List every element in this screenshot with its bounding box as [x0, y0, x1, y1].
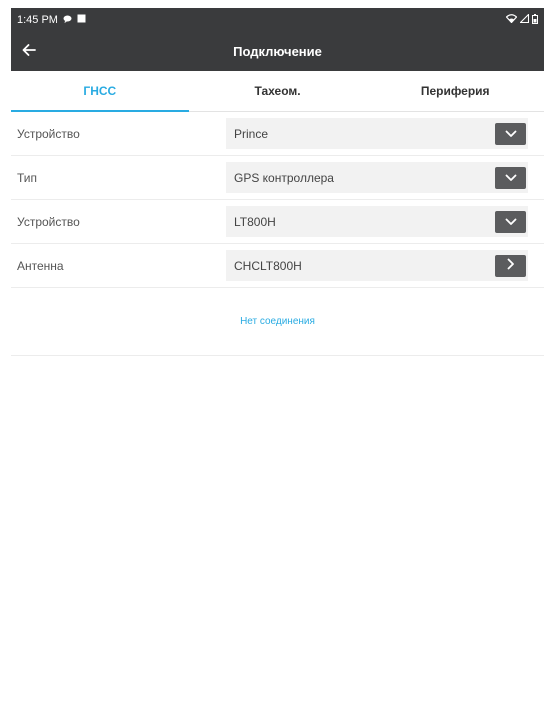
connection-status-area: Нет соединения: [11, 288, 544, 356]
antenna-open-button[interactable]: [495, 254, 526, 277]
antenna-select[interactable]: CHCLT800H: [226, 250, 528, 281]
tab-gnss-label: ГНСС: [83, 84, 117, 98]
arrow-left-icon: [22, 43, 36, 61]
back-button[interactable]: [11, 32, 49, 71]
tab-total-station[interactable]: Тахеом.: [189, 71, 367, 111]
model-select[interactable]: LT800H: [226, 206, 528, 237]
device-value: Prince: [234, 126, 269, 141]
chevron-right-icon: [507, 257, 515, 275]
signal-icon: [519, 13, 530, 26]
type-select[interactable]: GPS контроллера: [226, 162, 528, 193]
status-time: 1:45 PM: [17, 14, 58, 26]
model-row: Устройство LT800H: [11, 200, 544, 244]
tab-peripherals-label: Периферия: [420, 84, 490, 98]
chat-notification-icon: [63, 14, 72, 26]
status-left: 1:45 PM: [17, 14, 86, 26]
type-value: GPS контроллера: [234, 170, 334, 185]
chevron-down-icon: [505, 213, 517, 231]
tab-total-station-label: Тахеом.: [254, 84, 301, 98]
device-select[interactable]: Prince: [226, 118, 528, 149]
toolbar: Подключение: [11, 32, 544, 71]
device-row: Устройство Prince: [11, 112, 544, 156]
device-label: Устройство: [17, 126, 80, 141]
type-label: Тип: [17, 170, 38, 185]
wifi-icon: [505, 14, 518, 26]
device-dropdown-button[interactable]: [495, 122, 526, 145]
tab-bar: ГНСС Тахеом. Периферия: [11, 71, 544, 112]
app-notification-icon: [77, 14, 86, 26]
status-bar: 1:45 PM: [11, 8, 544, 32]
type-row: Тип GPS контроллера: [11, 156, 544, 200]
antenna-label: Антенна: [17, 258, 64, 273]
chevron-down-icon: [505, 125, 517, 143]
chevron-down-icon: [505, 169, 517, 187]
battery-icon: [532, 13, 538, 27]
model-label: Устройство: [17, 214, 80, 229]
tab-gnss[interactable]: ГНСС: [11, 71, 189, 112]
app-screen: 1:45 PM Подключение ГНСС Тахеом. Перифер…: [11, 8, 544, 722]
type-dropdown-button[interactable]: [495, 166, 526, 189]
model-value: LT800H: [234, 214, 276, 229]
page-title: Подключение: [233, 44, 322, 59]
antenna-row: Антенна CHCLT800H: [11, 244, 544, 288]
app-bar: 1:45 PM Подключение: [11, 8, 544, 71]
connection-status-link[interactable]: Нет соединения: [240, 316, 315, 327]
status-right: [505, 13, 538, 27]
antenna-value: CHCLT800H: [234, 258, 302, 273]
tab-peripherals[interactable]: Периферия: [366, 71, 544, 111]
model-dropdown-button[interactable]: [495, 210, 526, 233]
